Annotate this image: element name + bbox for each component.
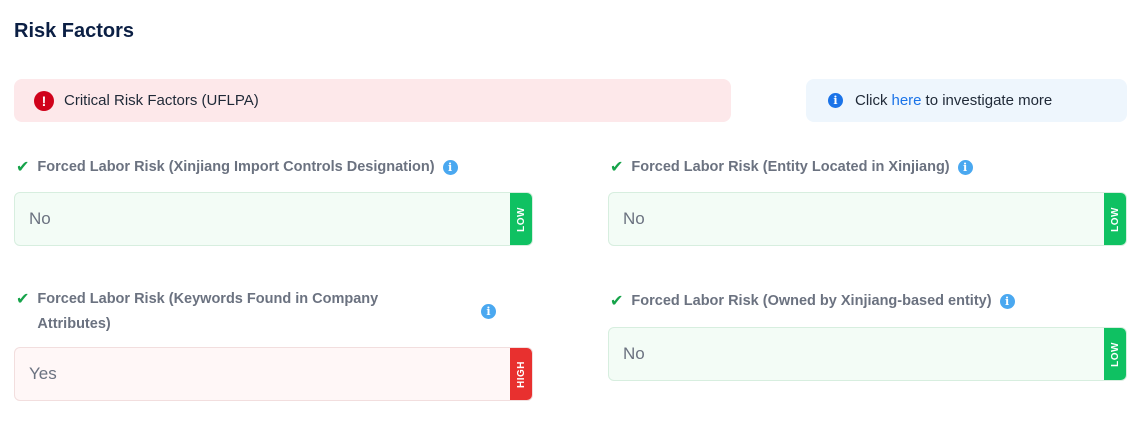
critical-risk-alert: ! Critical Risk Factors (UFLPA) [14, 79, 731, 122]
field-label-keywords-company-attributes: ✔ Forced Labor Risk (Keywords Found in C… [16, 287, 496, 337]
info-icon[interactable]: i [999, 294, 1015, 309]
risk-badge-low: LOW [1104, 193, 1126, 245]
field-value-keywords-company-attributes: Yes HIGH [14, 347, 533, 401]
banner-prefix: Click [855, 92, 888, 109]
banner-suffix: to investigate more [925, 92, 1053, 109]
risk-badge-low: LOW [510, 193, 532, 245]
check-icon: ✔ [16, 159, 30, 176]
field-value: No [623, 344, 645, 363]
field-label-owned-by-xinjiang-entity: ✔ Forced Labor Risk (Owned by Xinjiang-b… [610, 289, 1015, 314]
field-label-text: Forced Labor Risk (Entity Located in Xin… [631, 159, 950, 175]
field-value-entity-located-xinjiang: No LOW [608, 192, 1127, 246]
field-label-text: Forced Labor Risk (Owned by Xinjiang-bas… [631, 293, 992, 309]
risk-badge-high: HIGH [510, 348, 532, 400]
info-icon: i [828, 93, 843, 108]
field-value: No [29, 209, 51, 228]
field-label-text: Forced Labor Risk (Keywords Found in Com… [37, 291, 379, 332]
page-title: Risk Factors [14, 20, 135, 42]
field-label-xinjiang-import-controls: ✔ Forced Labor Risk (Xinjiang Import Con… [16, 155, 458, 180]
info-icon[interactable]: i [481, 304, 496, 319]
field-value: No [623, 209, 645, 228]
check-icon: ✔ [610, 159, 624, 176]
investigate-link[interactable]: here [892, 92, 922, 109]
field-value-xinjiang-import-controls: No LOW [14, 192, 533, 246]
field-value: Yes [29, 364, 57, 383]
info-icon[interactable]: i [442, 160, 458, 175]
check-icon: ✔ [16, 291, 30, 308]
check-icon: ✔ [610, 293, 624, 310]
field-label-entity-located-xinjiang: ✔ Forced Labor Risk (Entity Located in X… [610, 155, 973, 180]
risk-badge-low: LOW [1104, 328, 1126, 380]
info-icon[interactable]: i [957, 160, 973, 175]
exclamation-icon: ! [34, 90, 54, 111]
alert-text: Critical Risk Factors (UFLPA) [64, 92, 259, 109]
field-value-owned-by-xinjiang-entity: No LOW [608, 327, 1127, 381]
investigate-banner: i Click here to investigate more [806, 79, 1127, 122]
field-label-text: Forced Labor Risk (Xinjiang Import Contr… [37, 159, 435, 175]
